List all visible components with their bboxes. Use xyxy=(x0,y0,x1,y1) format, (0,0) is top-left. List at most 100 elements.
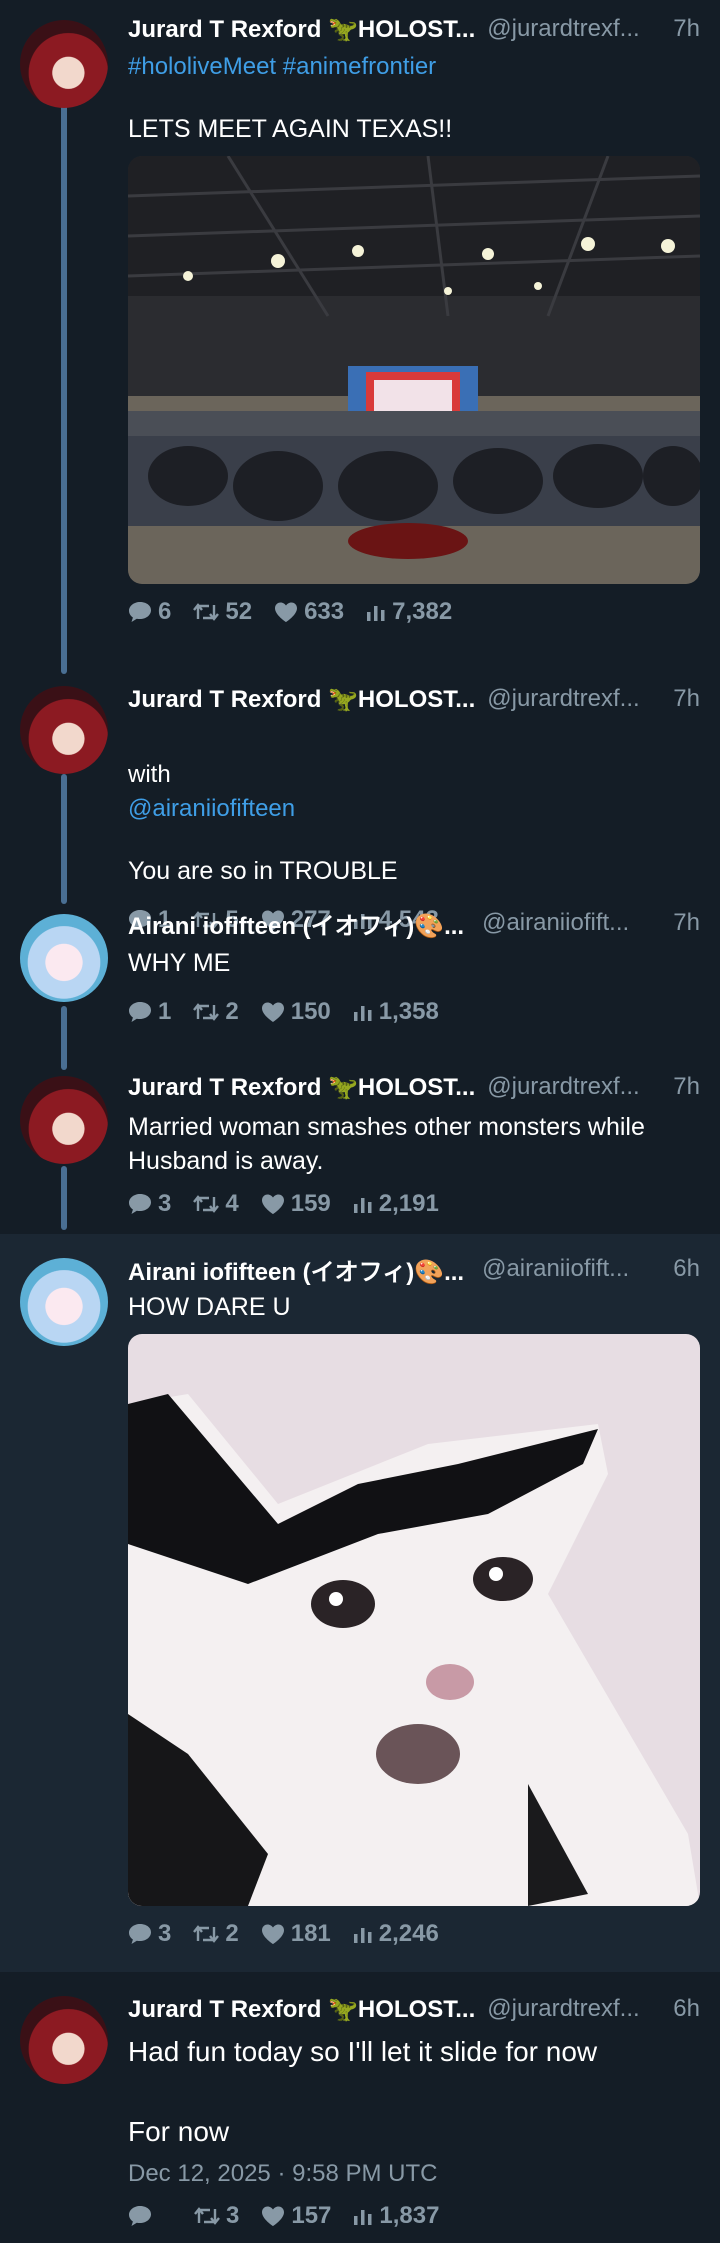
tweet-date[interactable]: Dec 12, 2025 · 9:58 PM UTC xyxy=(128,2156,700,2192)
timestamp[interactable]: 7h xyxy=(673,1073,700,1101)
main-tweet[interactable]: Jurard T Rexford 🦖HOLOST... @jurardtrexf… xyxy=(0,1972,720,2242)
like-button[interactable]: 633 xyxy=(274,598,344,626)
tweet-stats: 3 157 1,837 xyxy=(128,2196,700,2236)
tweet[interactable]: Airani iofifteen (イオフィ)🎨... @airaniiofif… xyxy=(0,900,720,1060)
mention-prefix: with xyxy=(128,761,171,788)
tweet-text: HOW DARE U xyxy=(128,1293,291,1321)
heart-icon xyxy=(261,1002,284,1022)
like-button[interactable]: 159 xyxy=(261,1190,331,1218)
reply-button[interactable]: 3 xyxy=(128,1920,171,1948)
user-handle[interactable]: @jurardtrexf... xyxy=(487,685,667,713)
avatar[interactable] xyxy=(20,914,108,1002)
tweet-text: Married woman smashes other monsters whi… xyxy=(128,1113,645,1175)
like-button[interactable]: 157 xyxy=(261,2202,331,2230)
timestamp[interactable]: 7h xyxy=(673,909,700,937)
display-name[interactable]: Jurard T Rexford 🦖HOLOST... xyxy=(128,15,475,44)
retweet-count: 52 xyxy=(225,598,253,625)
reply-button[interactable] xyxy=(128,2205,158,2227)
like-count: 150 xyxy=(290,998,331,1025)
reply-count: 3 xyxy=(158,1190,172,1217)
tweet-stats: 1 2 150 1,358 xyxy=(128,992,700,1032)
tweet-header: Airani iofifteen (イオフィ)🎨... @airaniiofif… xyxy=(128,906,700,940)
views-stat[interactable]: 1,837 xyxy=(353,2202,439,2230)
tweet-stats: 3 2 181 2,246 xyxy=(128,1914,700,1954)
bar-chart-icon xyxy=(367,606,385,621)
tweet-text: WHY ME xyxy=(128,949,231,977)
tweet-header: Jurard T Rexford 🦖HOLOST... @jurardtrexf… xyxy=(128,1070,700,1104)
views-stat[interactable]: 7,382 xyxy=(366,598,452,626)
user-handle[interactable]: @jurardtrexf... xyxy=(487,1073,667,1101)
crying-cat-photo xyxy=(128,1334,700,1906)
bar-chart-icon xyxy=(353,1198,372,1213)
reply-count: 3 xyxy=(158,1920,172,1947)
display-name[interactable]: Jurard T Rexford 🦖HOLOST... xyxy=(128,1073,475,1102)
user-handle[interactable]: @airaniiofift... xyxy=(482,1255,667,1283)
tweet[interactable]: Jurard T Rexford 🦖HOLOST... @jurardtrexf… xyxy=(0,670,720,933)
tweet-photo[interactable] xyxy=(128,156,700,584)
timestamp[interactable]: 7h xyxy=(673,685,700,713)
hashtags[interactable]: #hololiveMeet #animefrontier xyxy=(128,50,700,84)
timestamp[interactable]: 6h xyxy=(673,1995,700,2023)
tweet-text: LETS MEET AGAIN TEXAS!! xyxy=(128,115,453,143)
tweet[interactable]: Airani iofifteen (イオフィ)🎨... @airaniiofif… xyxy=(0,1234,720,1972)
display-name[interactable]: Airani iofifteen (イオフィ)🎨... xyxy=(128,1252,464,1287)
views-stat[interactable]: 2,246 xyxy=(353,1920,439,1948)
tweet-photo[interactable] xyxy=(128,1334,700,1906)
display-name[interactable]: Airani iofifteen (イオフィ)🎨... xyxy=(128,906,464,941)
like-count: 181 xyxy=(290,1920,331,1947)
like-count: 633 xyxy=(304,598,345,625)
like-button[interactable]: 181 xyxy=(261,1920,331,1948)
tweet[interactable]: Jurard T Rexford 🦖HOLOST... @jurardtrexf… xyxy=(0,1060,720,1234)
reply-count: 6 xyxy=(158,598,172,625)
retweet-button[interactable]: 3 xyxy=(194,2202,239,2230)
retweet-button[interactable]: 2 xyxy=(193,1920,239,1948)
heart-icon xyxy=(262,2206,285,2226)
avatar[interactable] xyxy=(20,686,108,774)
convention-crowd-photo xyxy=(128,156,700,584)
retweet-icon xyxy=(193,1925,220,1943)
reply-icon xyxy=(129,1924,151,1944)
timestamp[interactable]: 7h xyxy=(673,15,700,43)
like-count: 159 xyxy=(290,1190,331,1217)
user-handle[interactable]: @jurardtrexf... xyxy=(487,1995,667,2023)
views-stat[interactable]: 2,191 xyxy=(353,1190,439,1218)
reply-button[interactable]: 3 xyxy=(128,1190,171,1218)
views-stat[interactable]: 1,358 xyxy=(353,998,439,1026)
mention-link[interactable]: @airaniiofifteen xyxy=(128,795,295,822)
bar-chart-icon xyxy=(353,1928,372,1943)
display-name[interactable]: Jurard T Rexford 🦖HOLOST... xyxy=(128,1995,475,2024)
reply-icon xyxy=(129,2206,151,2226)
like-button[interactable]: 150 xyxy=(261,998,331,1026)
tweet-text: You are so in TROUBLE xyxy=(128,857,398,885)
bar-chart-icon xyxy=(354,2210,372,2225)
timestamp[interactable]: 6h xyxy=(673,1255,700,1283)
reply-icon xyxy=(129,1002,151,1022)
retweet-button[interactable]: 2 xyxy=(193,998,239,1026)
avatar[interactable] xyxy=(20,1076,108,1164)
bar-chart-icon xyxy=(353,1006,372,1021)
retweet-button[interactable]: 52 xyxy=(193,598,252,626)
conversation-thread: Jurard T Rexford 🦖HOLOST... @jurardtrexf… xyxy=(0,0,720,2242)
reply-icon xyxy=(129,602,151,622)
view-count: 7,382 xyxy=(392,598,453,625)
tweet-header: Airani iofifteen (イオフィ)🎨... @airaniiofif… xyxy=(128,1252,700,1286)
reply-button[interactable]: 1 xyxy=(128,998,171,1026)
reply-icon xyxy=(129,1194,151,1214)
user-handle[interactable]: @jurardtrexf... xyxy=(487,15,667,43)
reply-button[interactable]: 6 xyxy=(128,598,171,626)
avatar[interactable] xyxy=(20,20,108,108)
display-name[interactable]: Jurard T Rexford 🦖HOLOST... xyxy=(128,685,475,714)
view-count: 1,837 xyxy=(379,2202,440,2229)
retweet-count: 4 xyxy=(225,1190,239,1217)
retweet-icon xyxy=(193,1195,220,1213)
avatar[interactable] xyxy=(20,1996,108,2084)
tweet[interactable]: Jurard T Rexford 🦖HOLOST... @jurardtrexf… xyxy=(0,0,720,670)
user-handle[interactable]: @airaniiofift... xyxy=(482,909,667,937)
view-count: 2,246 xyxy=(378,1920,439,1947)
view-count: 2,191 xyxy=(378,1190,439,1217)
retweet-button[interactable]: 4 xyxy=(193,1190,239,1218)
avatar[interactable] xyxy=(20,1258,108,1346)
retweet-icon xyxy=(193,603,220,621)
heart-icon xyxy=(261,1194,284,1214)
retweet-icon xyxy=(194,2207,220,2225)
